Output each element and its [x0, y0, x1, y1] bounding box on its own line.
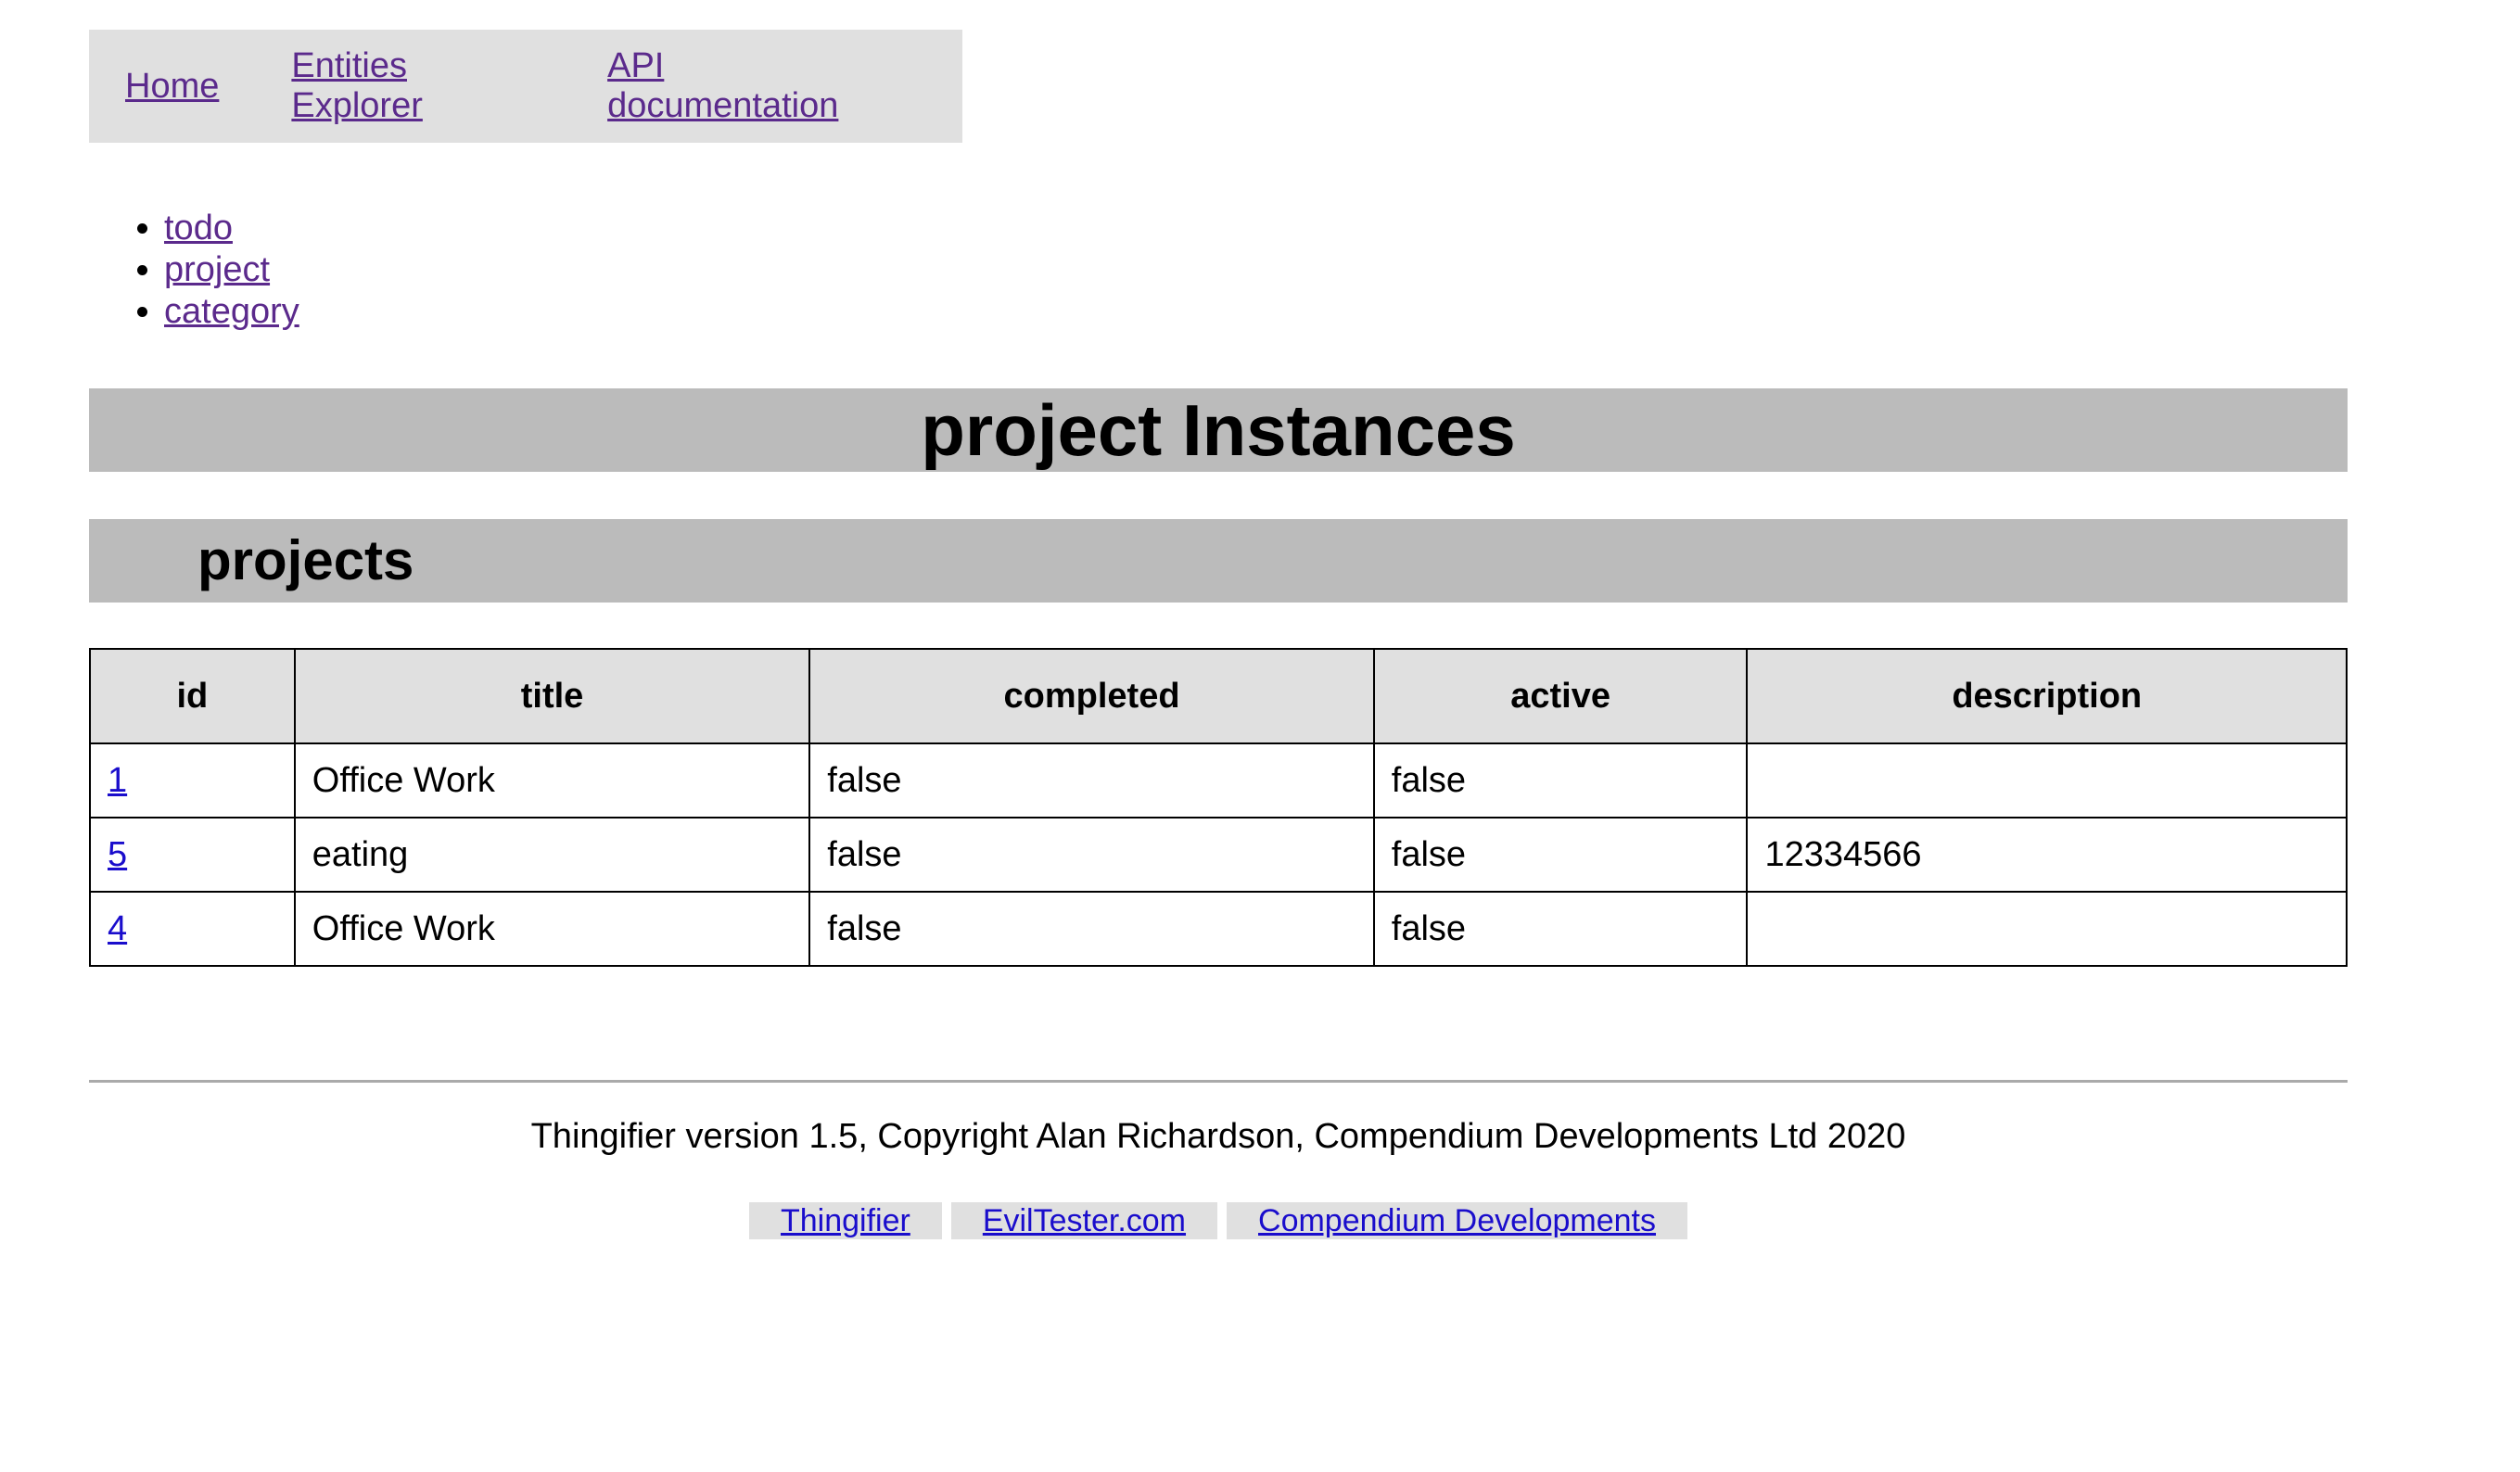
cell-description: [1746, 891, 2348, 967]
cell-completed: false: [808, 891, 1375, 967]
entity-list: todo project category: [89, 208, 299, 333]
projects-table: id title completed active description 1 …: [89, 648, 2348, 967]
cell-description: 12334566: [1746, 817, 2348, 893]
cell-title: Office Work: [293, 891, 811, 967]
table-header-row: id title completed active description: [89, 648, 2348, 744]
project-id-link[interactable]: 1: [108, 761, 127, 800]
footer-divider: [89, 1080, 2348, 1083]
cell-active: false: [1372, 891, 1749, 967]
page-title: project Instances: [89, 388, 2348, 472]
table-row: 1 Office Work false false: [89, 742, 2348, 818]
footer-link-compendium-developments[interactable]: Compendium Developments: [1227, 1202, 1687, 1239]
entity-list-item: project: [164, 249, 299, 291]
cell-completed: false: [808, 817, 1375, 893]
cell-id: 4: [89, 891, 296, 967]
project-id-link[interactable]: 5: [108, 835, 127, 874]
cell-description: [1746, 742, 2348, 818]
nav-entities-explorer-link[interactable]: Entities Explorer: [291, 46, 535, 126]
footer-links: Thingifier EvilTester.com Compendium Dev…: [89, 1202, 2348, 1239]
top-nav: Home Entities Explorer API documentation: [89, 30, 962, 143]
footer-copyright: Thingifier version 1.5, Copyright Alan R…: [530, 1117, 1906, 1156]
cell-active: false: [1372, 742, 1749, 818]
cell-id: 1: [89, 742, 296, 818]
entity-link-todo[interactable]: todo: [164, 209, 233, 247]
column-header-completed: completed: [808, 648, 1375, 744]
nav-home-link[interactable]: Home: [125, 67, 219, 107]
cell-id: 5: [89, 817, 296, 893]
nav-api-documentation-link[interactable]: API documentation: [607, 46, 890, 126]
column-header-description: description: [1746, 648, 2348, 744]
column-header-title: title: [293, 648, 811, 744]
entity-list-item: todo: [164, 208, 299, 249]
cell-title: eating: [293, 817, 811, 893]
footer-link-thingifier[interactable]: Thingifier: [748, 1202, 942, 1239]
project-id-link[interactable]: 4: [108, 909, 127, 948]
cell-title: Office Work: [293, 742, 811, 818]
cell-active: false: [1372, 817, 1749, 893]
table-row: 5 eating false false 12334566: [89, 817, 2348, 893]
column-header-id: id: [89, 648, 296, 744]
entity-list-item: category: [164, 291, 299, 333]
column-header-active: active: [1372, 648, 1749, 744]
section-title: projects: [89, 519, 2348, 603]
entity-link-project[interactable]: project: [164, 250, 270, 289]
cell-completed: false: [808, 742, 1375, 818]
table-row: 4 Office Work false false: [89, 891, 2348, 967]
entity-link-category[interactable]: category: [164, 292, 299, 331]
footer-link-eviltester[interactable]: EvilTester.com: [950, 1202, 1218, 1239]
page: Home Entities Explorer API documentation…: [0, 0, 2520, 1472]
